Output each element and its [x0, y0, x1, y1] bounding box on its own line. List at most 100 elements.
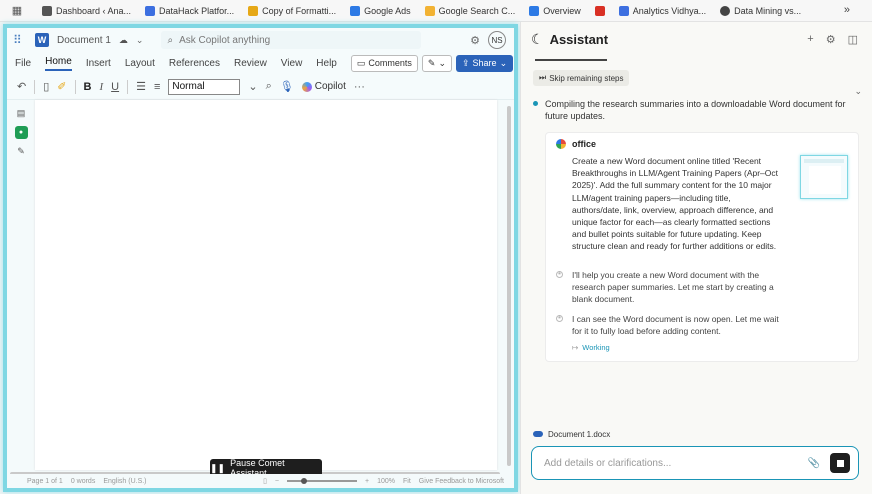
- assistant-panel: ☾ Assistant + ⚙ ◫ ⏭ Skip remaining steps…: [520, 22, 872, 494]
- task-prompt: Create a new Word document online titled…: [572, 156, 778, 252]
- chevron-down-icon[interactable]: ⌄: [248, 80, 257, 93]
- pencil-icon: ✎: [427, 57, 436, 68]
- share-icon: ⇪: [462, 57, 470, 68]
- tab-review[interactable]: Review: [234, 58, 267, 69]
- skip-steps-button[interactable]: ⏭ Skip remaining steps: [533, 70, 630, 86]
- message-text: I'll help you create a new Word document…: [572, 270, 774, 305]
- more-options-icon[interactable]: ···: [354, 81, 365, 93]
- stop-button[interactable]: [830, 453, 850, 473]
- cloud-saved-icon: ☁: [118, 34, 128, 45]
- zoom-in-icon[interactable]: +: [365, 478, 369, 485]
- document-name[interactable]: Document 1: [57, 35, 111, 46]
- bookmark-item[interactable]: [589, 0, 613, 22]
- undo-icon[interactable]: ↶: [17, 80, 26, 93]
- bookmark-item[interactable]: Google Search C...: [419, 0, 524, 22]
- pen-icon[interactable]: ✎: [17, 146, 25, 157]
- bookmark-item[interactable]: Overview: [523, 0, 589, 22]
- bookmark-item[interactable]: Copy of Formatti...: [242, 0, 344, 22]
- more-bookmarks-icon[interactable]: »: [844, 4, 850, 16]
- share-label: Share: [472, 58, 497, 68]
- comments-button[interactable]: ▭ Comments: [350, 54, 418, 72]
- tab-help[interactable]: Help: [316, 58, 337, 69]
- language-indicator[interactable]: English (U.S.): [103, 478, 146, 485]
- chevron-down-icon: ⌄: [438, 57, 446, 68]
- message-text: I can see the Word document is now open.…: [572, 314, 779, 337]
- page-count: Page 1 of 1: [27, 477, 63, 485]
- new-chat-icon[interactable]: +: [807, 33, 813, 46]
- collapse-chevron-icon[interactable]: ⌄: [854, 86, 862, 97]
- bold-icon[interactable]: B: [84, 81, 92, 93]
- tab-layout[interactable]: Layout: [125, 58, 155, 69]
- card-header: office: [556, 139, 596, 149]
- tab-home[interactable]: Home: [45, 56, 72, 71]
- assistant-input[interactable]: [544, 457, 784, 469]
- spinner-icon: ↦: [572, 343, 579, 352]
- document-page[interactable]: [35, 100, 497, 470]
- feedback-link[interactable]: Give Feedback to Microsoft: [419, 478, 504, 485]
- zoom-slider[interactable]: [287, 478, 358, 484]
- tab-view[interactable]: View: [281, 58, 303, 69]
- onedrive-icon: [533, 431, 543, 437]
- bookmark-label: Analytics Vidhya...: [632, 5, 707, 16]
- tab-thumbnail[interactable]: [800, 155, 848, 199]
- task-card: office Create a new Word document online…: [545, 132, 859, 362]
- copilot-button[interactable]: Copilot: [301, 81, 346, 92]
- bookmark-label: Google Search C...: [438, 5, 516, 16]
- bookmark-item[interactable]: DataHack Platfor...: [139, 0, 242, 22]
- copilot-search-box[interactable]: ⌕ Ask Copilot anything: [161, 31, 422, 49]
- underline-icon[interactable]: U: [111, 81, 119, 93]
- close-panel-icon[interactable]: ◫: [848, 33, 858, 46]
- assistant-title: Assistant: [549, 31, 609, 47]
- apps-grid-icon[interactable]: ▦: [8, 2, 26, 20]
- search-console-favicon-icon: [424, 5, 435, 16]
- bookmark-item[interactable]: Google Ads: [344, 0, 419, 22]
- tab-references[interactable]: References: [169, 58, 220, 69]
- overview-favicon-icon: [529, 5, 540, 16]
- tab-insert[interactable]: Insert: [86, 58, 111, 69]
- bookmark-label: Google Ads: [364, 5, 411, 16]
- align-icon[interactable]: ≡: [154, 81, 160, 93]
- style-select[interactable]: Normal: [168, 78, 241, 95]
- more-options-icon[interactable]: ···: [517, 57, 518, 69]
- bookmark-item[interactable]: Dashboard ‹ Ana...: [36, 0, 139, 22]
- editing-mode-button[interactable]: ✎ ⌄: [421, 54, 452, 72]
- dashboard-favicon-icon: [42, 5, 52, 16]
- stop-icon: [836, 459, 844, 467]
- attachment-chip[interactable]: Document 1.docx: [533, 427, 610, 441]
- share-button[interactable]: ⇪ Share ⌄: [456, 54, 514, 72]
- page-view-icon[interactable]: ▯: [263, 477, 267, 485]
- comment-icon: ▭: [356, 57, 366, 68]
- format-painter-icon[interactable]: ✐: [57, 80, 66, 93]
- settings-gear-icon[interactable]: ⚙: [470, 34, 480, 47]
- vertical-scrollbar[interactable]: [507, 106, 511, 466]
- assistant-header: ☾ Assistant + ⚙ ◫: [521, 22, 872, 56]
- divider: [127, 79, 129, 94]
- bullets-icon[interactable]: ☰: [136, 80, 146, 93]
- navigation-pane-icon[interactable]: ▤: [17, 108, 26, 119]
- chevron-down-icon[interactable]: ⌄: [136, 35, 144, 46]
- dictate-icon[interactable]: 🎙: [280, 80, 294, 93]
- editor-bot-icon[interactable]: ●: [14, 126, 28, 139]
- paperclip-icon[interactable]: 📎: [808, 458, 820, 469]
- fit-button[interactable]: Fit: [403, 478, 411, 485]
- italic-icon[interactable]: I: [99, 81, 103, 93]
- zoom-out-icon[interactable]: −: [275, 478, 279, 485]
- tab-file[interactable]: File: [15, 58, 31, 69]
- clipboard-icon[interactable]: ▯: [43, 80, 49, 93]
- comet-logo-icon: ☾: [531, 30, 544, 47]
- find-icon[interactable]: ⌕: [266, 80, 272, 93]
- working-label: Working: [582, 343, 610, 352]
- chevron-down-icon: ⌄: [499, 57, 508, 68]
- word-logo-icon: W: [35, 33, 49, 47]
- pause-icon: ❚❚: [210, 462, 226, 473]
- bookmark-item[interactable]: Analytics Vidhya...: [613, 0, 714, 22]
- avatar[interactable]: NS: [488, 31, 506, 49]
- chart-favicon-icon: [145, 5, 156, 16]
- app-launcher-icon[interactable]: ⠿: [13, 33, 27, 47]
- bookmark-label: Copy of Formatti...: [262, 5, 337, 16]
- word-count: 0 words: [70, 477, 96, 485]
- current-step: Compiling the research summaries into a …: [533, 98, 859, 122]
- settings-icon[interactable]: ⚙: [826, 33, 836, 46]
- divider: [74, 79, 76, 94]
- bookmark-item[interactable]: Data Mining vs...: [714, 0, 809, 22]
